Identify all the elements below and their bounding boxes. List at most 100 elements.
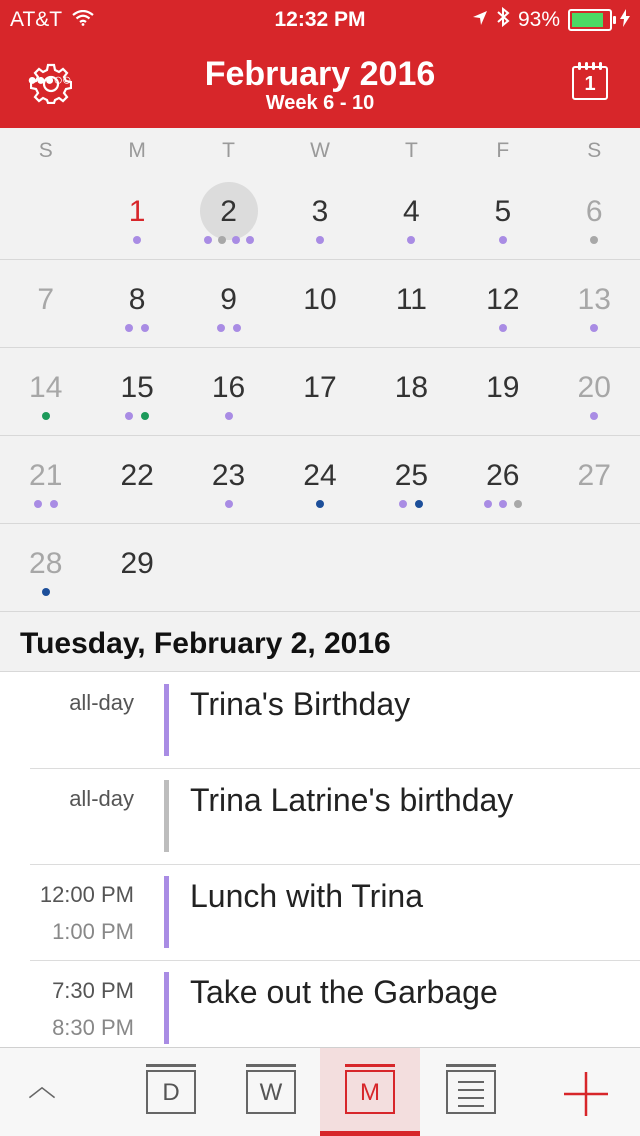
day-cell[interactable]: 28 (0, 524, 91, 611)
event-color-bar (164, 876, 169, 948)
event-indicator (366, 236, 457, 244)
day-cell[interactable]: 6 (549, 172, 640, 259)
selected-date-label: Tuesday, February 2, 2016 (20, 627, 391, 660)
day-cell[interactable]: 25 (366, 436, 457, 523)
day-cell[interactable]: 15 (91, 348, 182, 435)
day-cell[interactable]: 29 (91, 524, 182, 611)
event-indicator (457, 236, 548, 244)
event-indicator (457, 500, 548, 508)
week-view-icon: W (246, 1064, 296, 1114)
battery-percent: 93% (517, 8, 560, 31)
location-arrow-icon (472, 8, 488, 32)
bluetooth-icon (496, 6, 510, 33)
event-color-bar (164, 780, 169, 852)
day-cell[interactable]: 21 (0, 436, 91, 523)
event-row[interactable]: all-day Trina Latrine's birthday (0, 768, 640, 864)
day-cell[interactable]: 14 (0, 348, 91, 435)
month-title: February 2016 (204, 55, 436, 93)
event-indicator (0, 588, 91, 596)
tab-day-view[interactable]: D (124, 1048, 216, 1136)
month-grid: 1 2 3 4 5 6 7 8 9 10 11 12 13 14 15 16 1… (0, 172, 640, 612)
day-cell[interactable]: 16 (183, 348, 274, 435)
collapse-button[interactable] (0, 1048, 92, 1136)
status-bar: ●●●○○ AT&T 12:32 PM 93% (0, 0, 640, 89)
month-view-icon: M (345, 1064, 395, 1114)
day-cell-empty (549, 524, 640, 611)
day-cell[interactable]: 13 (549, 260, 640, 347)
event-indicator (183, 500, 274, 508)
event-indicator (91, 412, 182, 420)
day-cell[interactable]: 1 (91, 172, 182, 259)
day-cell[interactable]: 4 (366, 172, 457, 259)
event-row[interactable]: 7:30 PM 8:30 PM Take out the Garbage (0, 960, 640, 1056)
event-indicator (366, 500, 457, 508)
selected-date-header: Tuesday, February 2, 2016 (0, 612, 640, 672)
day-cell[interactable]: 12 (457, 260, 548, 347)
event-indicator (183, 236, 274, 244)
weekday-header: S M T W T F S (0, 128, 640, 173)
today-button[interactable]: 1 (572, 62, 608, 100)
weekday-label: T (404, 139, 418, 162)
day-cell[interactable]: 11 (366, 260, 457, 347)
day-cell[interactable]: 27 (549, 436, 640, 523)
event-title: Take out the Garbage (190, 974, 498, 1010)
day-cell[interactable]: 10 (274, 260, 365, 347)
today-day-number: 1 (584, 73, 596, 95)
day-cell[interactable]: 23 (183, 436, 274, 523)
tab-list-view[interactable] (424, 1048, 516, 1136)
plus-icon (564, 1072, 608, 1116)
day-cell[interactable]: 7 (0, 260, 91, 347)
chevron-up-icon (28, 1086, 56, 1099)
event-indicator (457, 324, 548, 332)
day-cell[interactable]: 9 (183, 260, 274, 347)
event-list: all-day Trina's Birthday all-day Trina L… (0, 672, 640, 1056)
day-cell[interactable]: 3 (274, 172, 365, 259)
day-cell[interactable]: 19 (457, 348, 548, 435)
day-cell[interactable]: 8 (91, 260, 182, 347)
list-view-icon (446, 1064, 496, 1114)
event-indicator (274, 236, 365, 244)
event-indicator (549, 236, 640, 244)
calendar-week: 1 2 3 4 5 6 (0, 172, 640, 260)
weekday-label: F (496, 139, 510, 162)
day-cell[interactable]: 20 (549, 348, 640, 435)
event-start-time: 7:30 PM (52, 978, 134, 1003)
event-start-time: all-day (69, 690, 134, 715)
event-indicator (549, 412, 640, 420)
event-indicator (549, 324, 640, 332)
day-cell[interactable]: 22 (91, 436, 182, 523)
tab-week-view[interactable]: W (224, 1048, 316, 1136)
event-start-time: all-day (69, 786, 134, 811)
event-indicator (0, 500, 91, 508)
event-row[interactable]: 12:00 PM 1:00 PM Lunch with Trina (0, 864, 640, 960)
event-title: Trina Latrine's birthday (190, 782, 514, 818)
weekday-label: S (587, 139, 602, 162)
event-start-time: 12:00 PM (39, 882, 134, 907)
event-indicator (183, 412, 274, 420)
calendar-week: 14 15 16 17 18 19 20 (0, 348, 640, 436)
bottom-tab-bar: D W M (0, 1047, 640, 1136)
day-cell[interactable]: 17 (274, 348, 365, 435)
day-cell-empty (366, 524, 457, 611)
app-header: ●●●○○ AT&T 12:32 PM 93% February 2016 We… (0, 0, 640, 128)
event-indicator (0, 412, 91, 420)
event-indicator (183, 324, 274, 332)
day-cell[interactable]: 26 (457, 436, 548, 523)
event-end-time: 1:00 PM (52, 919, 134, 944)
event-row[interactable]: all-day Trina's Birthday (0, 672, 640, 768)
day-cell-selected[interactable]: 2 (183, 172, 274, 259)
event-title: Trina's Birthday (190, 686, 411, 722)
event-color-bar (164, 684, 169, 756)
day-cell[interactable]: 18 (366, 348, 457, 435)
weekday-label: W (310, 139, 330, 162)
charging-icon (620, 8, 630, 32)
tab-month-view[interactable]: M (320, 1048, 420, 1136)
calendar-week: 7 8 9 10 11 12 13 (0, 260, 640, 348)
event-color-bar (164, 972, 169, 1044)
event-title: Lunch with Trina (190, 878, 424, 914)
weekday-label: M (128, 139, 146, 162)
add-event-button[interactable] (540, 1048, 640, 1136)
day-cell[interactable]: 5 (457, 172, 548, 259)
day-cell[interactable]: 24 (274, 436, 365, 523)
week-range: Week 6 - 10 (265, 92, 375, 114)
